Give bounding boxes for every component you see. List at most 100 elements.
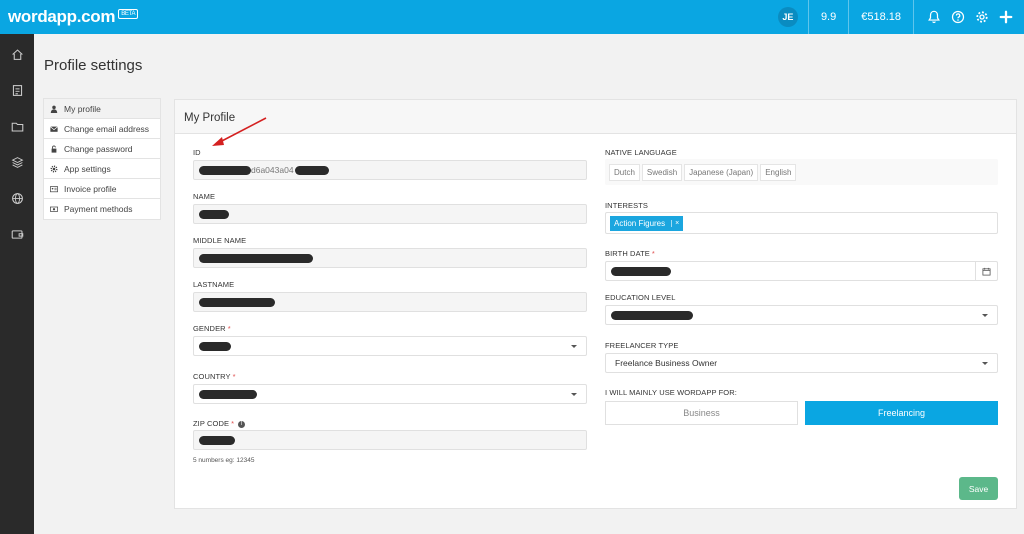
wallet-icon[interactable] bbox=[0, 216, 34, 252]
freelancer-type-value: Freelance Business Owner bbox=[615, 358, 718, 368]
zip-hint: 5 numbers eg: 12345 bbox=[193, 457, 255, 464]
redacted-value bbox=[199, 297, 275, 307]
birth-date-label-text: BIRTH DATE bbox=[605, 249, 650, 258]
gear-icon bbox=[44, 165, 64, 173]
chevron-down-icon bbox=[982, 314, 988, 317]
required-marker: * bbox=[651, 249, 655, 258]
middle-name-label: MIDDLE NAME bbox=[193, 236, 247, 245]
settings-nav-label: Change email address bbox=[64, 123, 150, 134]
lastname-field[interactable] bbox=[193, 292, 587, 312]
zip-field[interactable] bbox=[193, 430, 587, 450]
native-language-list: Dutch Swedish Japanese (Japan) English bbox=[605, 159, 998, 185]
settings-nav-item-change-password[interactable]: Change password bbox=[44, 139, 160, 159]
top-bar: wordapp.com BETA JE 9.9 €518.18 bbox=[0, 0, 1024, 34]
usage-label: I WILL MAINLY USE WORDAPP FOR: bbox=[605, 388, 737, 397]
interest-tag: Action Figures × bbox=[610, 215, 684, 231]
sidebar bbox=[0, 34, 34, 534]
page-title: Profile settings bbox=[44, 57, 143, 74]
redacted-value bbox=[199, 341, 231, 351]
gear-icon[interactable] bbox=[970, 0, 994, 34]
settings-nav: My profile Change email address Change p… bbox=[43, 98, 161, 220]
gender-select[interactable] bbox=[193, 336, 587, 356]
native-language-label: NATIVE LANGUAGE bbox=[605, 148, 677, 157]
settings-nav-item-invoice-profile[interactable]: Invoice profile bbox=[44, 179, 160, 199]
zip-label-text: ZIP CODE bbox=[193, 419, 230, 428]
envelope-icon bbox=[44, 125, 64, 133]
birth-date-field[interactable] bbox=[605, 261, 998, 281]
settings-nav-item-change-email[interactable]: Change email address bbox=[44, 119, 160, 139]
bell-icon[interactable] bbox=[922, 0, 946, 34]
education-label: EDUCATION LEVEL bbox=[605, 293, 676, 302]
redacted-value bbox=[199, 209, 229, 219]
chevron-down-icon bbox=[571, 393, 577, 396]
divider bbox=[913, 0, 914, 34]
zip-label: ZIP CODE * i bbox=[193, 419, 246, 428]
remove-tag-icon[interactable]: × bbox=[671, 219, 679, 227]
required-marker: * bbox=[227, 324, 231, 333]
gender-label-text: GENDER bbox=[193, 324, 226, 333]
settings-nav-label: App settings bbox=[64, 163, 111, 174]
freelancer-type-label: FREELANCER TYPE bbox=[605, 341, 679, 350]
profile-panel: My Profile ID d6a043a04 NAME MIDDLE NAME… bbox=[174, 99, 1017, 509]
layers-icon[interactable] bbox=[0, 144, 34, 180]
settings-nav-item-my-profile[interactable]: My profile bbox=[44, 99, 160, 119]
country-label-text: COUNTRY bbox=[193, 372, 231, 381]
id-field: d6a043a04 bbox=[193, 160, 587, 180]
redacted-value bbox=[611, 310, 693, 320]
plus-icon[interactable] bbox=[994, 0, 1018, 34]
redacted-value bbox=[199, 253, 313, 263]
middle-name-field[interactable] bbox=[193, 248, 587, 268]
folder-icon[interactable] bbox=[0, 108, 34, 144]
redacted-value bbox=[199, 165, 251, 175]
redacted-value bbox=[611, 266, 671, 276]
language-tag[interactable]: Japanese (Japan) bbox=[684, 163, 759, 181]
score-value: 9.9 bbox=[820, 11, 837, 23]
balance-value[interactable]: €518.18 bbox=[849, 11, 913, 23]
name-field[interactable] bbox=[193, 204, 587, 224]
redacted-value bbox=[294, 165, 329, 175]
settings-nav-item-app-settings[interactable]: App settings bbox=[44, 159, 160, 179]
gender-label: GENDER * bbox=[193, 324, 231, 333]
language-tag[interactable]: Swedish bbox=[641, 163, 683, 181]
education-select[interactable] bbox=[605, 305, 998, 325]
panel-title: My Profile bbox=[175, 100, 1016, 134]
usage-option-freelancing[interactable]: Freelancing bbox=[805, 401, 998, 425]
redacted-value bbox=[199, 435, 235, 445]
settings-nav-label: My profile bbox=[64, 103, 101, 114]
required-marker: * bbox=[232, 372, 236, 381]
document-icon[interactable] bbox=[0, 72, 34, 108]
birth-date-label: BIRTH DATE * bbox=[605, 249, 655, 258]
save-button[interactable]: Save bbox=[959, 477, 998, 500]
usage-option-business[interactable]: Business bbox=[605, 401, 798, 425]
settings-nav-label: Invoice profile bbox=[64, 183, 117, 194]
logo[interactable]: wordapp.com BETA bbox=[8, 7, 139, 27]
name-label: NAME bbox=[193, 192, 216, 201]
settings-nav-item-payment-methods[interactable]: Payment methods bbox=[44, 199, 160, 219]
lastname-label: LASTNAME bbox=[193, 280, 235, 289]
top-bar-right: JE 9.9 €518.18 bbox=[777, 0, 1024, 34]
country-select[interactable] bbox=[193, 384, 587, 404]
globe-icon[interactable] bbox=[0, 180, 34, 216]
interests-label: INTERESTS bbox=[605, 201, 648, 210]
interest-tag-label: Action Figures bbox=[614, 218, 666, 228]
logo-text: wordapp.com bbox=[8, 7, 116, 26]
avatar[interactable]: JE bbox=[777, 7, 798, 27]
country-label: COUNTRY * bbox=[193, 372, 236, 381]
info-icon[interactable]: i bbox=[238, 420, 246, 428]
lock-icon bbox=[44, 145, 64, 153]
help-icon[interactable] bbox=[946, 0, 970, 34]
home-icon[interactable] bbox=[0, 36, 34, 72]
redacted-value bbox=[199, 389, 257, 399]
settings-nav-label: Change password bbox=[64, 143, 133, 154]
id-value: d6a043a04 bbox=[251, 165, 294, 175]
freelancer-type-select[interactable]: Freelance Business Owner bbox=[605, 353, 998, 373]
settings-nav-label: Payment methods bbox=[64, 204, 133, 214]
money-icon bbox=[44, 205, 64, 213]
interests-input[interactable]: Action Figures × bbox=[605, 212, 998, 234]
chevron-down-icon bbox=[571, 345, 577, 348]
language-tag[interactable]: English bbox=[760, 163, 797, 181]
calendar-icon[interactable] bbox=[975, 262, 997, 281]
chevron-down-icon bbox=[982, 362, 988, 365]
user-icon bbox=[44, 105, 64, 113]
language-tag[interactable]: Dutch bbox=[609, 163, 640, 181]
